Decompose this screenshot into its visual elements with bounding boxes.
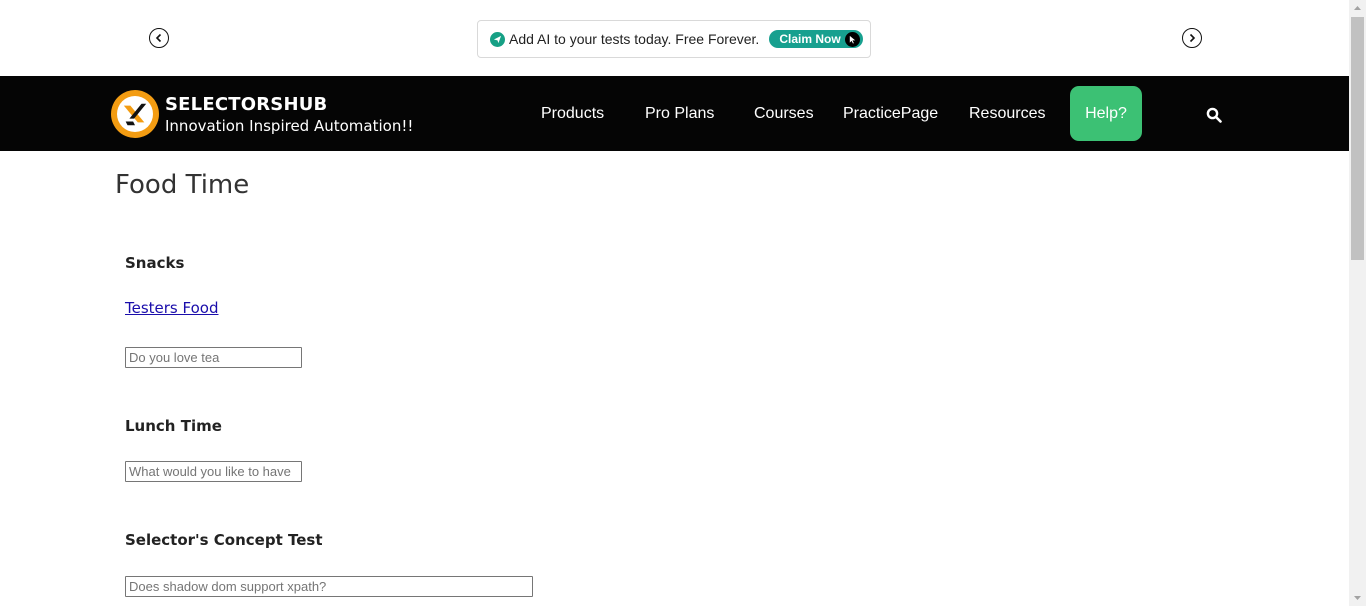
scroll-up-icon[interactable] <box>1349 0 1366 17</box>
site-header: SELECTORSHUB Innovation Inspired Automat… <box>0 76 1349 151</box>
claim-now-button[interactable]: Claim Now <box>769 30 863 48</box>
tea-input[interactable] <box>125 347 302 368</box>
logo-icon[interactable] <box>111 90 159 138</box>
carousel-prev-button[interactable] <box>149 28 169 48</box>
brand-tagline: Innovation Inspired Automation!! <box>165 117 414 135</box>
brand-name[interactable]: SELECTORSHUB <box>165 94 327 115</box>
page-title: Food Time <box>115 170 250 200</box>
lunch-input[interactable] <box>125 461 302 482</box>
nav-item-practice-page[interactable]: PracticePage <box>843 105 938 123</box>
help-button[interactable]: Help? <box>1070 86 1142 141</box>
shadow-dom-input[interactable] <box>125 576 533 597</box>
promo-banner: Add AI to your tests today. Free Forever… <box>477 20 871 58</box>
carousel-next-button[interactable] <box>1182 28 1202 48</box>
help-label: Help? <box>1085 104 1127 122</box>
promo-text: Add AI to your tests today. Free Forever… <box>509 31 760 47</box>
snacks-heading: Snacks <box>125 254 185 272</box>
send-icon <box>490 31 505 47</box>
testers-food-link[interactable]: Testers Food <box>125 299 219 317</box>
chevron-left-icon <box>155 33 162 43</box>
scrollbar-thumb[interactable] <box>1351 17 1364 260</box>
nav-item-resources[interactable]: Resources <box>969 105 1045 123</box>
page-scrollbar[interactable] <box>1349 0 1366 606</box>
claim-now-label: Claim Now <box>779 32 841 46</box>
search-icon[interactable] <box>1206 107 1222 123</box>
nav-item-courses[interactable]: Courses <box>754 105 814 123</box>
nav-item-products[interactable]: Products <box>541 105 604 123</box>
concept-test-heading: Selector's Concept Test <box>125 531 323 549</box>
chevron-right-icon <box>1189 33 1196 43</box>
nav-item-pro-plans[interactable]: Pro Plans <box>645 105 714 123</box>
cursor-icon <box>844 31 860 47</box>
lunch-time-heading: Lunch Time <box>125 417 222 435</box>
promo-bar: Add AI to your tests today. Free Forever… <box>0 0 1349 75</box>
scroll-down-icon[interactable] <box>1349 589 1366 606</box>
